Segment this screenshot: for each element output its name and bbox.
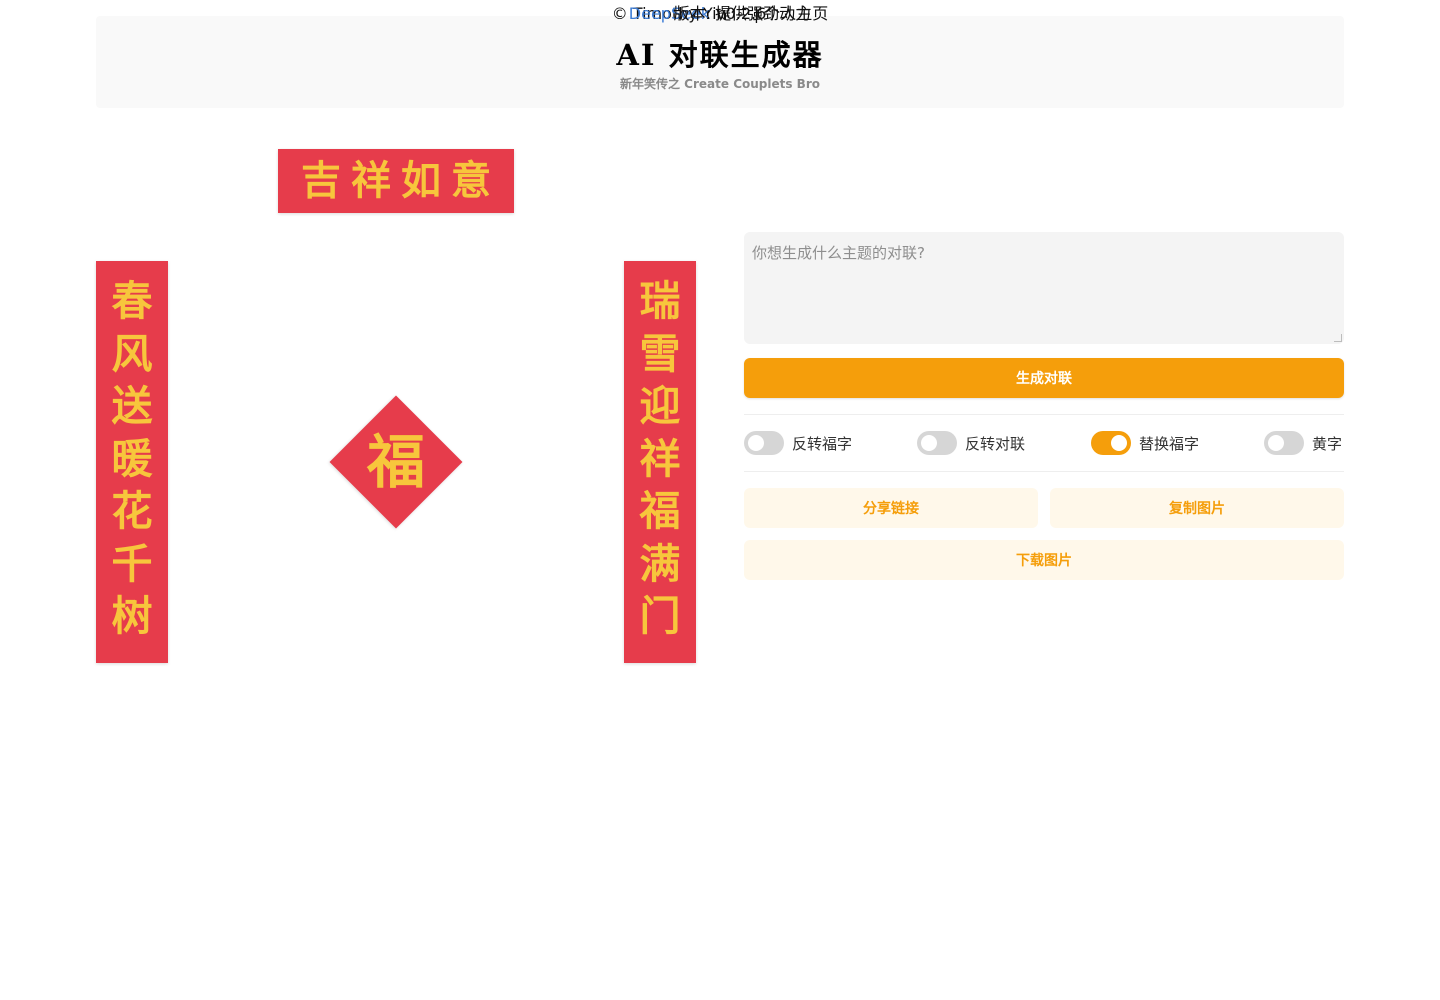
- resize-handle-icon[interactable]: [1334, 334, 1342, 342]
- fu-character: 福: [366, 428, 425, 496]
- couplet-char: 瑞: [639, 277, 681, 325]
- divider: [744, 471, 1344, 472]
- toggle-flip-fu[interactable]: 反转福字: [744, 428, 852, 458]
- couplet-char: 暖: [111, 434, 153, 483]
- toggle-label: 反转福字: [792, 434, 853, 453]
- generate-couplet-button[interactable]: 生成对联: [744, 358, 1344, 398]
- toggle-label: 替换福字: [1139, 434, 1200, 453]
- couplet-left-scroll: 春 风 送 暖 花 千 树: [96, 261, 168, 663]
- couplet-char: 风: [111, 329, 153, 378]
- couplet-char: 满: [639, 539, 681, 588]
- couplet-char: 花: [111, 487, 153, 535]
- couplet-char: 祥: [639, 434, 681, 483]
- couplet-char: 福: [639, 487, 681, 535]
- couplet-right-scroll: 瑞 雪 迎 祥 福 满 门: [624, 261, 696, 663]
- theme-prompt-input[interactable]: [744, 232, 1344, 344]
- toggle-replace-fu[interactable]: 替换福字: [1091, 428, 1199, 458]
- switch-icon[interactable]: [1264, 431, 1304, 455]
- couplet-char: 树: [111, 592, 153, 640]
- couplet-horizontal-scroll: 吉祥如意: [278, 149, 514, 213]
- couplet-char: 门: [639, 592, 681, 640]
- toggle-yellow-text[interactable]: 黄字: [1264, 428, 1342, 458]
- switch-icon[interactable]: [1091, 431, 1131, 455]
- divider: [744, 414, 1344, 415]
- couplet-char: 千: [111, 539, 153, 588]
- toggle-flip-couplet[interactable]: 反转对联: [917, 428, 1025, 458]
- switch-icon[interactable]: [917, 431, 957, 455]
- toggle-label: 反转对联: [965, 434, 1026, 453]
- couplet-char: 雪: [639, 329, 681, 378]
- toggle-label: 黄字: [1312, 434, 1343, 453]
- options-row: 反转福字 反转对联 替换福字 黄字: [744, 428, 1344, 458]
- download-image-button[interactable]: 下载图片: [744, 540, 1344, 580]
- share-link-button[interactable]: 分享链接: [744, 488, 1038, 528]
- couplet-char: 春: [111, 277, 153, 325]
- couplet-char: 迎: [639, 382, 681, 430]
- switch-icon[interactable]: [744, 431, 784, 455]
- header: AI 对联生成器 新年笑传之 Create Couplets Bro: [96, 16, 1344, 108]
- version-text: 版本: v0.2.6: [673, 4, 767, 23]
- couplet-char: 送: [111, 382, 153, 430]
- page-subtitle: 新年笑传之 Create Couplets Bro: [620, 77, 820, 91]
- copy-image-button[interactable]: 复制图片: [1050, 488, 1344, 528]
- page-title: AI 对联生成器: [616, 38, 824, 72]
